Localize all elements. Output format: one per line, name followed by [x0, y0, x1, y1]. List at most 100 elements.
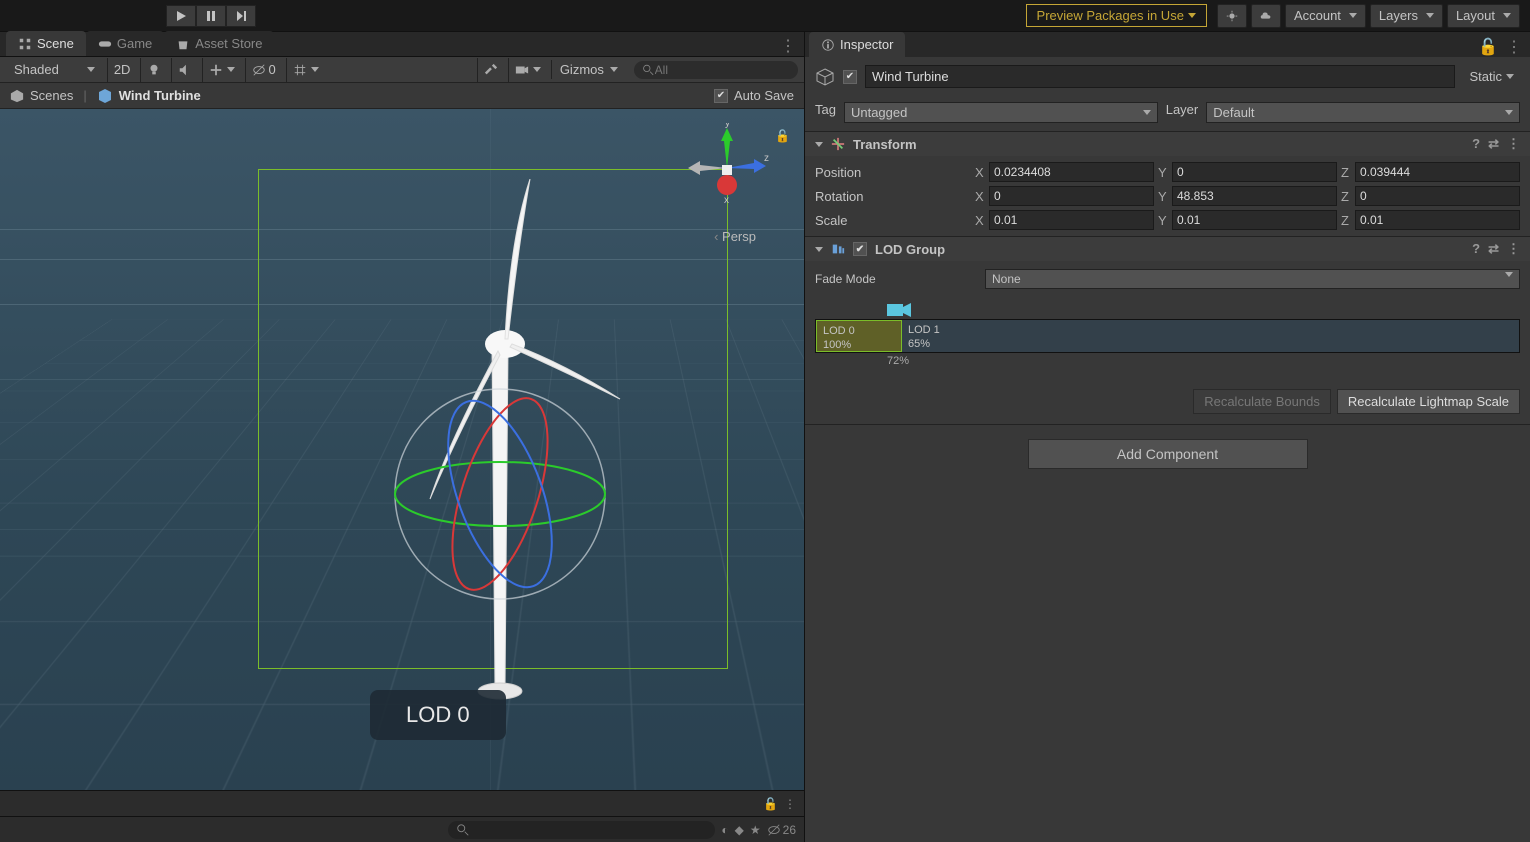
menu-icon[interactable]: ⋮	[1507, 241, 1520, 257]
menu-icon[interactable]: ⋮	[1506, 37, 1522, 57]
effects-toggle[interactable]	[202, 58, 241, 82]
preset-icon[interactable]: ⇄	[1488, 136, 1499, 152]
checkbox-icon[interactable]	[714, 89, 728, 103]
wind-turbine-model[interactable]	[300, 179, 700, 739]
lightbulb-icon	[147, 63, 161, 77]
tab-menu-icon[interactable]: ⋮	[780, 36, 796, 56]
tag-label: Tag	[815, 102, 836, 123]
breadcrumb-scenes[interactable]: Scenes	[10, 88, 73, 103]
chevron-down-icon	[533, 67, 541, 72]
chevron-down-icon	[1503, 13, 1511, 18]
foldout-icon[interactable]	[815, 247, 823, 252]
filter-type-icon[interactable]: ◐	[721, 823, 728, 837]
layer-dropdown[interactable]: Default	[1206, 102, 1520, 123]
chevron-down-icon	[1349, 13, 1357, 18]
tab-game[interactable]: Game	[86, 31, 164, 56]
foldout-icon[interactable]	[815, 142, 823, 147]
help-icon[interactable]: ?	[1472, 241, 1480, 257]
layers-dropdown[interactable]: Layers	[1370, 4, 1443, 28]
pause-button[interactable]	[196, 5, 226, 27]
account-dropdown[interactable]: Account	[1285, 4, 1366, 28]
play-controls	[166, 5, 256, 27]
enabled-checkbox[interactable]	[853, 242, 867, 256]
help-icon[interactable]: ?	[1472, 136, 1480, 152]
orientation-gizmo[interactable]: y z x	[682, 123, 772, 213]
play-button[interactable]	[166, 5, 196, 27]
camera-settings-button[interactable]	[508, 58, 547, 82]
scale-x-input[interactable]	[989, 210, 1154, 230]
lock-icon[interactable]: 🔓	[775, 129, 790, 143]
scale-z-input[interactable]	[1355, 210, 1520, 230]
lod-slider-value: 72%	[887, 355, 1520, 367]
recalculate-lightmap-button[interactable]: Recalculate Lightmap Scale	[1337, 389, 1520, 414]
fade-mode-label: Fade Mode	[815, 272, 985, 286]
shading-mode-dropdown[interactable]: Shaded	[6, 60, 103, 79]
search-input[interactable]	[655, 63, 790, 77]
step-button[interactable]	[226, 5, 256, 27]
static-dropdown[interactable]: Static	[1463, 66, 1520, 87]
menu-icon[interactable]: ⋮	[1507, 136, 1520, 152]
lod-segment-1[interactable]: LOD 1 65%	[902, 320, 1519, 352]
rotation-z-input[interactable]	[1355, 186, 1520, 206]
tag-dropdown[interactable]: Untagged	[844, 102, 1158, 123]
rotation-x-input[interactable]	[989, 186, 1154, 206]
audio-toggle[interactable]	[171, 58, 198, 82]
scene-search[interactable]	[634, 61, 798, 79]
scene-view[interactable]: y z x 🔓 ‹ Persp LOD 0	[0, 109, 804, 790]
tab-asset-store[interactable]: Asset Store	[164, 31, 274, 56]
grid-icon	[293, 63, 307, 77]
lock-icon[interactable]: 🔓	[763, 797, 778, 811]
lod-segment-0[interactable]: LOD 0 100%	[816, 320, 902, 352]
hidden-count[interactable]: 26	[767, 823, 796, 837]
position-y-input[interactable]	[1172, 162, 1337, 182]
search-icon	[456, 823, 470, 837]
breadcrumb-object[interactable]: Wind Turbine	[97, 88, 201, 104]
chevron-down-icon	[227, 67, 235, 72]
rotation-y-input[interactable]	[1172, 186, 1337, 206]
tab-inspector[interactable]: Inspector	[809, 32, 905, 57]
scene-tabs-row: Scene Game Asset Store ⋮	[0, 32, 804, 57]
hidden-objects-toggle[interactable]: 0	[245, 58, 281, 82]
gamepad-icon	[98, 37, 112, 51]
grid-toggle[interactable]	[286, 58, 325, 82]
favorite-icon[interactable]: ★	[750, 823, 761, 837]
layout-dropdown[interactable]: Layout	[1447, 4, 1520, 28]
toggle-2d-button[interactable]: 2D	[107, 58, 137, 82]
project-status-bar: ◐ ◆ ★ 26	[0, 816, 804, 842]
lighting-toggle[interactable]	[140, 58, 167, 82]
position-x-input[interactable]	[989, 162, 1154, 182]
info-icon	[821, 38, 835, 52]
component-title: LOD Group	[875, 242, 945, 257]
position-z-input[interactable]	[1355, 162, 1520, 182]
speaker-icon	[178, 63, 192, 77]
recalculate-bounds-button[interactable]: Recalculate Bounds	[1193, 389, 1331, 414]
gameobject-name-input[interactable]	[865, 65, 1455, 88]
collab-icon-button[interactable]	[1217, 4, 1247, 28]
top-toolbar: Preview Packages in Use Account Layers L…	[0, 0, 1530, 32]
filter-label-icon[interactable]: ◆	[735, 823, 744, 837]
lodgroup-icon	[831, 242, 845, 256]
lod-strip[interactable]: LOD 0 100% LOD 1 65%	[815, 319, 1520, 353]
active-checkbox[interactable]	[843, 70, 857, 84]
preview-packages-button[interactable]: Preview Packages in Use	[1026, 4, 1207, 27]
fade-mode-dropdown[interactable]: None	[985, 269, 1520, 289]
lod-camera-icon[interactable]	[887, 301, 913, 319]
gizmos-dropdown[interactable]: Gizmos	[551, 60, 626, 79]
tab-scene[interactable]: Scene	[6, 31, 86, 56]
camera-icon	[515, 63, 529, 77]
autosave-toggle[interactable]: Auto Save	[714, 88, 794, 103]
component-tools-button[interactable]	[477, 58, 504, 82]
inspector-tabs-row: Inspector 🔓 ⋮	[805, 32, 1530, 57]
scale-y-input[interactable]	[1172, 210, 1337, 230]
transform-icon	[831, 137, 845, 151]
transform-component: Transform ? ⇄ ⋮ Position X Y Z	[805, 132, 1530, 237]
add-component-button[interactable]: Add Component	[1028, 439, 1308, 469]
projection-label[interactable]: ‹ Persp	[714, 229, 756, 244]
cloud-icon-button[interactable]	[1251, 4, 1281, 28]
project-search[interactable]	[448, 821, 715, 839]
bag-icon	[176, 37, 190, 51]
menu-icon[interactable]: ⋮	[784, 797, 796, 811]
chevron-down-icon	[1505, 272, 1513, 277]
lock-icon[interactable]: 🔓	[1478, 37, 1498, 57]
preset-icon[interactable]: ⇄	[1488, 241, 1499, 257]
